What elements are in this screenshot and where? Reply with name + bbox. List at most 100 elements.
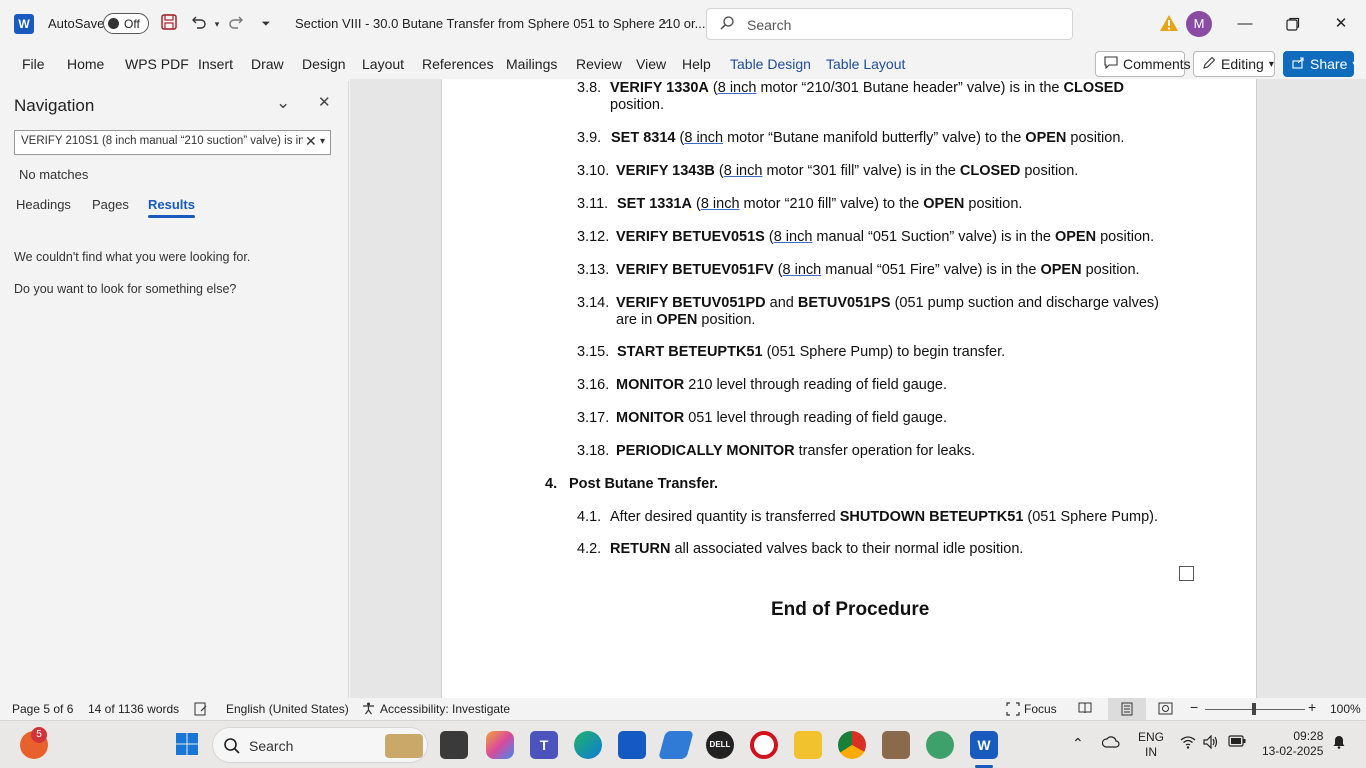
step-text[interactable]: SET 8314 (8 inch motor “Butane manifold … [611, 130, 1124, 146]
close-icon[interactable]: ✕ [1318, 8, 1364, 40]
file-explorer-icon[interactable] [794, 731, 822, 759]
clock[interactable]: 09:28 13-02-2025 [1262, 729, 1323, 759]
read-mode-icon[interactable] [1078, 702, 1092, 717]
step-text[interactable]: SET 1331A (8 inch motor “210 fill” valve… [617, 196, 1022, 212]
step-number: 3.9. [577, 130, 602, 146]
step-text[interactable]: VERIFY BETUEV051S (8 inch manual “051 Su… [616, 229, 1154, 245]
text: position. [697, 312, 756, 328]
tab-results[interactable]: Results [148, 197, 195, 218]
step-text[interactable]: VERIFY BETUV051PD and BETUV051PS (051 pu… [616, 295, 1159, 311]
accessibility-status[interactable]: Accessibility: Investigate [380, 702, 510, 716]
search-options-dropdown-icon[interactable]: ▾ [320, 136, 325, 147]
document-area[interactable]: End of Procedure 3.8. VERIFY 1330A (8 inc… [350, 79, 1366, 698]
language-line-1: ENG [1138, 730, 1165, 744]
avatar[interactable]: M [1186, 11, 1212, 37]
editing-mode-button[interactable]: Editing ▾ [1193, 51, 1275, 77]
step-text-continuation[interactable]: are in OPEN position. [616, 312, 755, 328]
tab-home[interactable]: Home [67, 56, 104, 72]
tab-wps-pdf[interactable]: WPS PDF [125, 56, 189, 72]
opera-icon[interactable] [750, 731, 778, 759]
language[interactable]: English (United States) [226, 702, 349, 716]
chevron-down-icon[interactable]: ⌄ [660, 13, 670, 27]
restore-icon[interactable] [1270, 8, 1316, 40]
tab-pages[interactable]: Pages [92, 197, 129, 212]
app-icon[interactable] [882, 731, 910, 759]
zoom-level[interactable]: 100% [1330, 702, 1361, 716]
taskbar-search[interactable]: Search [212, 727, 428, 763]
tab-layout[interactable]: Layout [362, 56, 404, 72]
zoom-out-icon[interactable]: − [1190, 699, 1198, 715]
notifications-icon[interactable] [1332, 735, 1346, 752]
microsoft-store-icon[interactable] [618, 731, 646, 759]
terminal-icon[interactable] [440, 731, 468, 759]
document-page[interactable]: End of Procedure 3.8. VERIFY 1330A (8 inc… [441, 79, 1257, 698]
zoom-in-icon[interactable]: + [1308, 699, 1316, 715]
tab-design[interactable]: Design [302, 56, 346, 72]
autosave-toggle[interactable]: Off [103, 13, 149, 34]
tab-mailings[interactable]: Mailings [506, 56, 557, 72]
onedrive-icon[interactable] [1101, 735, 1120, 752]
chrome-icon[interactable] [838, 731, 866, 759]
step-number: 4.2. [577, 541, 602, 557]
step-text[interactable]: MONITOR 210 level through reading of fie… [616, 377, 947, 393]
step-text[interactable]: RETURN all associated valves back to the… [610, 541, 1023, 557]
tab-headings[interactable]: Headings [16, 197, 71, 212]
document-title[interactable]: Section VIII - 30.0 Butane Transfer from… [295, 16, 705, 31]
share-button[interactable]: Share ▾ [1283, 51, 1357, 77]
tab-insert[interactable]: Insert [198, 56, 233, 72]
start-icon[interactable] [175, 732, 199, 759]
zoom-slider-thumb[interactable] [1252, 703, 1256, 715]
clear-search-icon[interactable]: ✕ [305, 133, 317, 150]
warning-icon[interactable] [1159, 13, 1179, 33]
tab-table-layout[interactable]: Table Layout [826, 56, 905, 72]
tab-draw[interactable]: Draw [251, 56, 284, 72]
customize-icon[interactable]: ⏷ [255, 13, 277, 35]
page-count[interactable]: Page 5 of 6 [12, 702, 73, 716]
tab-help[interactable]: Help [682, 56, 711, 72]
chevron-down-icon[interactable]: ⌄ [276, 93, 290, 113]
dell-icon[interactable]: DELL [706, 731, 734, 759]
copilot-icon[interactable] [486, 731, 514, 759]
save-icon[interactable] [158, 13, 180, 35]
tab-view[interactable]: View [636, 56, 666, 72]
undo-dropdown-icon[interactable]: ▾ [206, 13, 228, 35]
word-count[interactable]: 14 of 1136 words [88, 702, 179, 716]
redo-icon[interactable] [226, 13, 248, 35]
tab-references[interactable]: References [422, 56, 494, 72]
step-text[interactable]: START BETEUPTK51 (051 Sphere Pump) to be… [617, 344, 1005, 360]
web-layout-icon[interactable] [1158, 702, 1173, 718]
step-text[interactable]: After desired quantity is transferred SH… [610, 509, 1158, 525]
chevron-up-icon[interactable]: ⌃ [1072, 735, 1084, 752]
vertical-scrollbar[interactable] [1358, 79, 1366, 698]
step-text[interactable]: VERIFY 1343B (8 inch motor “301 fill” va… [616, 163, 1078, 179]
focus-mode[interactable]: Focus [1024, 702, 1057, 716]
volume-icon[interactable] [1203, 734, 1219, 752]
step-text[interactable]: PERIODICALLY MONITOR transfer operation … [616, 443, 975, 459]
teams-icon[interactable]: T [530, 731, 558, 759]
checkbox[interactable] [1179, 566, 1194, 581]
close-icon[interactable]: ✕ [318, 93, 331, 111]
toggle-knob [108, 18, 119, 29]
tab-review[interactable]: Review [576, 56, 622, 72]
word-taskbar-icon[interactable]: W [970, 731, 998, 759]
step-text[interactable]: VERIFY BETUEV051FV (8 inch manual “051 F… [616, 262, 1140, 278]
comments-button[interactable]: Comments [1095, 51, 1191, 77]
edge-icon[interactable] [574, 731, 602, 759]
step-text[interactable]: Post Butane Transfer. [569, 476, 718, 492]
text: motor “301 fill” valve) is in the [762, 163, 960, 179]
app-icon[interactable] [926, 731, 954, 759]
minimize-icon[interactable]: — [1222, 8, 1268, 40]
proofing-icon[interactable] [194, 702, 208, 719]
wifi-icon[interactable] [1180, 735, 1196, 752]
print-layout-icon[interactable] [1108, 698, 1146, 720]
step-text[interactable]: VERIFY 1330A (8 inch motor “210/301 Buta… [610, 80, 1124, 96]
step-text-continuation[interactable]: position. [610, 97, 664, 113]
battery-icon[interactable] [1228, 735, 1246, 750]
search-box[interactable]: Search [706, 8, 1073, 40]
tab-table-design[interactable]: Table Design [730, 56, 811, 72]
step-text[interactable]: MONITOR 051 level through reading of fie… [616, 410, 947, 426]
power-automate-icon[interactable] [658, 731, 694, 759]
language-indicator[interactable]: ENG IN [1138, 730, 1164, 760]
tab-file[interactable]: File [22, 56, 45, 72]
navigation-search-input[interactable]: VERIFY 210S1 (8 inch manual “210 suction… [14, 130, 331, 155]
